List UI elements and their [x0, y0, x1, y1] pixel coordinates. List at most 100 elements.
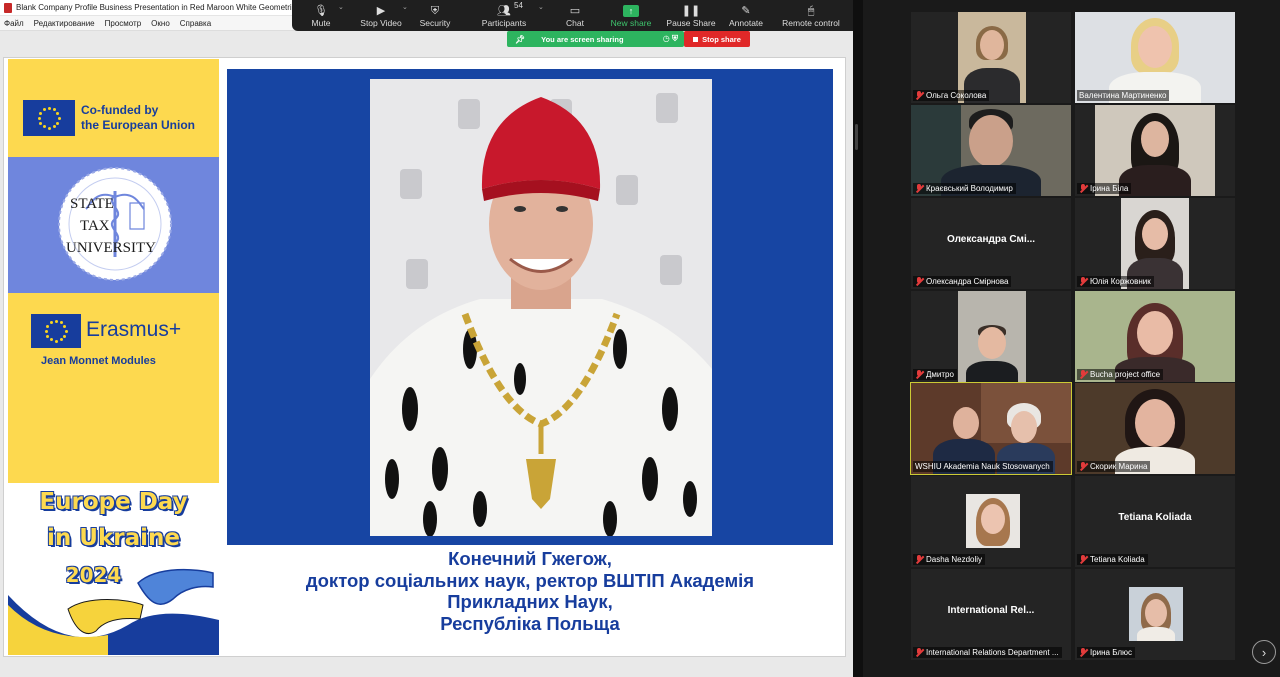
mic-off-icon	[915, 555, 923, 564]
security-button[interactable]: ⛨ Security	[412, 0, 458, 31]
shield-icon: ⛨	[430, 5, 440, 17]
mic-off-icon	[915, 184, 923, 193]
eu-star	[37, 116, 41, 120]
eu-cofunded-block: Co-funded by the European Union	[8, 59, 219, 157]
participants-options-caret-icon[interactable]: ⌄	[538, 3, 544, 11]
europe-day-year: 2024	[65, 563, 122, 587]
mic-off-icon	[915, 648, 923, 657]
participant-display-name: International Rel...	[947, 605, 1035, 616]
eu-star	[49, 338, 53, 342]
mic-off-icon	[915, 277, 923, 286]
stop-share-button[interactable]: Stop share	[684, 31, 750, 47]
speaker-caption: Конечний Гжегож, доктор соціальних наук,…	[227, 548, 833, 634]
sharing-status: You are screen sharing	[541, 34, 624, 44]
chat-button[interactable]: ▭ Chat	[550, 0, 600, 31]
jean-monnet-label: Jean Monnet Modules	[41, 355, 156, 367]
annotate-button[interactable]: ✎ Annotate	[720, 0, 772, 31]
participant-name-label: Олександра Смірнова	[913, 276, 1012, 287]
mic-off-icon	[1079, 648, 1087, 657]
eu-line1: Co-funded by	[81, 103, 159, 117]
menu-help[interactable]: Справка	[180, 19, 211, 28]
participant-tile[interactable]: Ірина Блюс	[1075, 569, 1235, 660]
panel-divider[interactable]	[853, 0, 863, 677]
participant-tile[interactable]: Dasha Nezdoliy	[911, 476, 1071, 567]
eu-star	[45, 334, 49, 338]
eu-star	[42, 107, 46, 111]
resize-handle[interactable]	[855, 124, 858, 150]
eu-star	[59, 320, 63, 324]
video-options-caret-icon[interactable]: ⌄	[402, 3, 408, 11]
pdf-icon	[4, 2, 12, 13]
participant-tile[interactable]: Ольга Соколова	[911, 12, 1071, 103]
mic-off-icon	[1079, 184, 1087, 193]
uni-text-state: STATE	[70, 196, 114, 212]
pin-icon[interactable]: 📌︎	[515, 35, 525, 44]
participant-name-label: Краєвський Володимир	[913, 183, 1016, 194]
eu-star	[38, 111, 42, 115]
participants-icon: 👥︎	[497, 5, 511, 17]
shared-screen: Blank Company Profile Business Presentat…	[0, 0, 860, 677]
sharing-status-icons: ◷ ⛨	[662, 34, 678, 43]
remote-control-button[interactable]: 🖱︎ Remote control	[772, 0, 850, 31]
uni-text-tax: TAX	[80, 218, 110, 234]
participant-display-name: Tetiana Koliada	[1118, 512, 1192, 523]
share-up-arrow-icon: ↑	[623, 5, 639, 17]
participant-name-label: WSHIU Akademia Nauk Stosowanych	[913, 461, 1053, 472]
caption-line4: Республіка Польща	[440, 612, 620, 634]
next-page-icon[interactable]: ›	[1252, 640, 1276, 664]
participant-tile[interactable]: Юлія Корж­овник	[1075, 198, 1235, 289]
university-block: STATE TAX UNIVERSITY	[8, 157, 219, 293]
participant-tile[interactable]: Tetiana Koliada Tetiana Koliada	[1075, 476, 1235, 567]
mic-off-icon	[1079, 370, 1087, 379]
participant-tile[interactable]: Дмитро	[911, 291, 1071, 382]
participant-name-label: Дмитро	[913, 369, 957, 380]
menu-edit[interactable]: Редактирование	[34, 19, 95, 28]
stop-square-icon	[693, 36, 699, 42]
mouse-icon: 🖱︎	[807, 5, 815, 17]
participant-name-label: Скорик Марина	[1077, 461, 1151, 472]
participant-avatar	[1129, 587, 1183, 641]
chat-icon: ▭	[569, 5, 581, 17]
caption-line2: доктор соціальних наук, ректор ВШТІП Ака…	[305, 569, 755, 591]
eu-star	[59, 338, 63, 342]
participant-tile[interactable]: Bucha project office	[1075, 291, 1235, 382]
eu-flag-icon	[31, 314, 81, 348]
pause-icon: ❚❚	[681, 5, 701, 17]
participant-tile-active-speaker[interactable]: WSHIU Akademia Nauk Stosowanych	[910, 382, 1072, 475]
stop-share-label: Stop share	[702, 34, 741, 44]
participant-tile[interactable]: Олександра Смі... Олександра Смірнова	[911, 198, 1071, 289]
pause-share-button[interactable]: ❚❚ Pause Share	[662, 0, 720, 31]
participant-tile[interactable]: Краєвський Володимир	[911, 105, 1071, 196]
mic-off-icon	[1079, 277, 1087, 286]
eu-star	[38, 121, 42, 125]
eu-star	[54, 339, 58, 343]
participant-tile[interactable]: Ірина Біла	[1075, 105, 1235, 196]
new-share-button[interactable]: ↑ New share	[600, 0, 662, 31]
erasmus-label: Erasmus+	[86, 318, 182, 341]
participant-tile[interactable]: Скорик Марина	[1075, 383, 1235, 474]
menu-file[interactable]: Файл	[4, 19, 24, 28]
eu-star	[49, 320, 53, 324]
eu-cofunded-text: Co-funded by the European Union	[81, 103, 195, 133]
mute-button[interactable]: ⌄ 🎙︎ Mute	[292, 0, 350, 31]
participants-gallery: Ольга Соколова Валентина Мартиненко Крає…	[863, 0, 1280, 677]
eu-star	[56, 121, 60, 125]
stop-video-button[interactable]: ⌄ ▶ Stop Video	[350, 0, 412, 31]
zoom-meeting-window: Blank Company Profile Business Presentat…	[0, 0, 1280, 677]
participant-tile[interactable]: Валентина Мартиненко	[1075, 12, 1235, 103]
eu-star	[47, 106, 51, 110]
participant-tile[interactable]: International Rel... International Relat…	[911, 569, 1071, 660]
meeting-controls-toolbar: ⌄ 🎙︎ Mute ⌄ ▶ Stop Video ⛨ Security 54 ⌄…	[292, 0, 860, 31]
menu-view[interactable]: Просмотр	[105, 19, 142, 28]
uni-text-university: UNIVERSITY	[66, 240, 156, 256]
participants-button[interactable]: 54 ⌄ 👥︎ Participants	[458, 0, 550, 31]
screen-sharing-indicator[interactable]: 📌︎ You are screen sharing ◷ ⛨	[507, 31, 684, 47]
eu-star	[44, 329, 48, 333]
pdf-window-title: Blank Company Profile Business Presentat…	[16, 3, 292, 12]
eu-star	[47, 126, 51, 130]
mute-options-caret-icon[interactable]: ⌄	[338, 3, 344, 11]
participant-name-label: Bucha project office	[1077, 369, 1164, 380]
europe-day-title-line2: in Ukraine	[47, 525, 180, 551]
menu-window[interactable]: Окно	[151, 19, 170, 28]
participant-name-label: Ольга Соколова	[913, 90, 990, 101]
